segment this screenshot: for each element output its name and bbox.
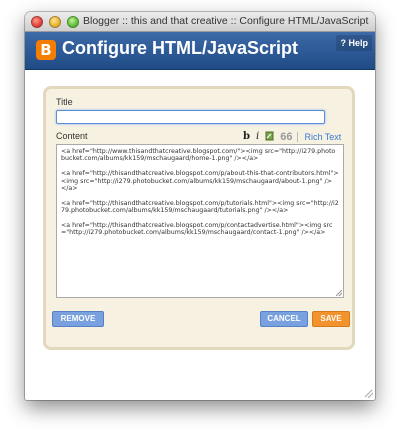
content-textarea[interactable]: <a href="http://www.thisandthatcreative.…: [56, 144, 344, 298]
blockquote-button[interactable]: 66: [280, 131, 292, 143]
zoom-window-icon[interactable]: [67, 16, 79, 28]
content-line: <a href="http://www.thisandthatcreative.…: [61, 148, 336, 163]
widget-config-panel: Title Content b i 66 Rich Text <a href="…: [43, 86, 355, 350]
remove-button[interactable]: REMOVE: [52, 311, 104, 327]
content-label: Content: [56, 131, 88, 141]
title-label: Title: [56, 97, 73, 107]
rich-text-link[interactable]: Rich Text: [304, 132, 341, 142]
screenshot-stage: Blogger :: this and that creative :: Con…: [0, 0, 400, 432]
minimize-window-icon[interactable]: [49, 16, 61, 28]
help-button[interactable]: ? Help: [336, 35, 372, 51]
textarea-resize-handle[interactable]: [336, 290, 342, 296]
page-title: Configure HTML/JavaScript: [62, 38, 299, 58]
save-button[interactable]: SAVE: [312, 311, 350, 327]
blogger-logo-icon: B: [36, 40, 56, 60]
content-line: <a href="http://thisandthatcreative.blog…: [61, 199, 339, 215]
content-line: <a href="http://thisandthatcreative.blog…: [61, 170, 339, 193]
dialog-window: Blogger :: this and that creative :: Con…: [25, 12, 375, 400]
toolbar-divider: [297, 132, 299, 142]
window-titlebar[interactable]: Blogger :: this and that creative :: Con…: [25, 12, 375, 32]
window-title: Blogger :: this and that creative :: Con…: [83, 15, 369, 27]
bold-button[interactable]: b: [243, 131, 250, 143]
italic-button[interactable]: i: [256, 131, 259, 143]
window-resize-handle[interactable]: [365, 390, 373, 398]
insert-link-icon[interactable]: [265, 131, 274, 144]
cancel-button[interactable]: CANCEL: [260, 311, 308, 327]
title-input[interactable]: [56, 110, 325, 124]
content-line: <a href="http://thisandthatcreative.blog…: [61, 222, 333, 237]
editor-toolbar: b i 66 Rich Text: [237, 131, 341, 143]
close-window-icon[interactable]: [31, 16, 43, 28]
dialog-header: B Configure HTML/JavaScript ? Help: [25, 32, 375, 70]
